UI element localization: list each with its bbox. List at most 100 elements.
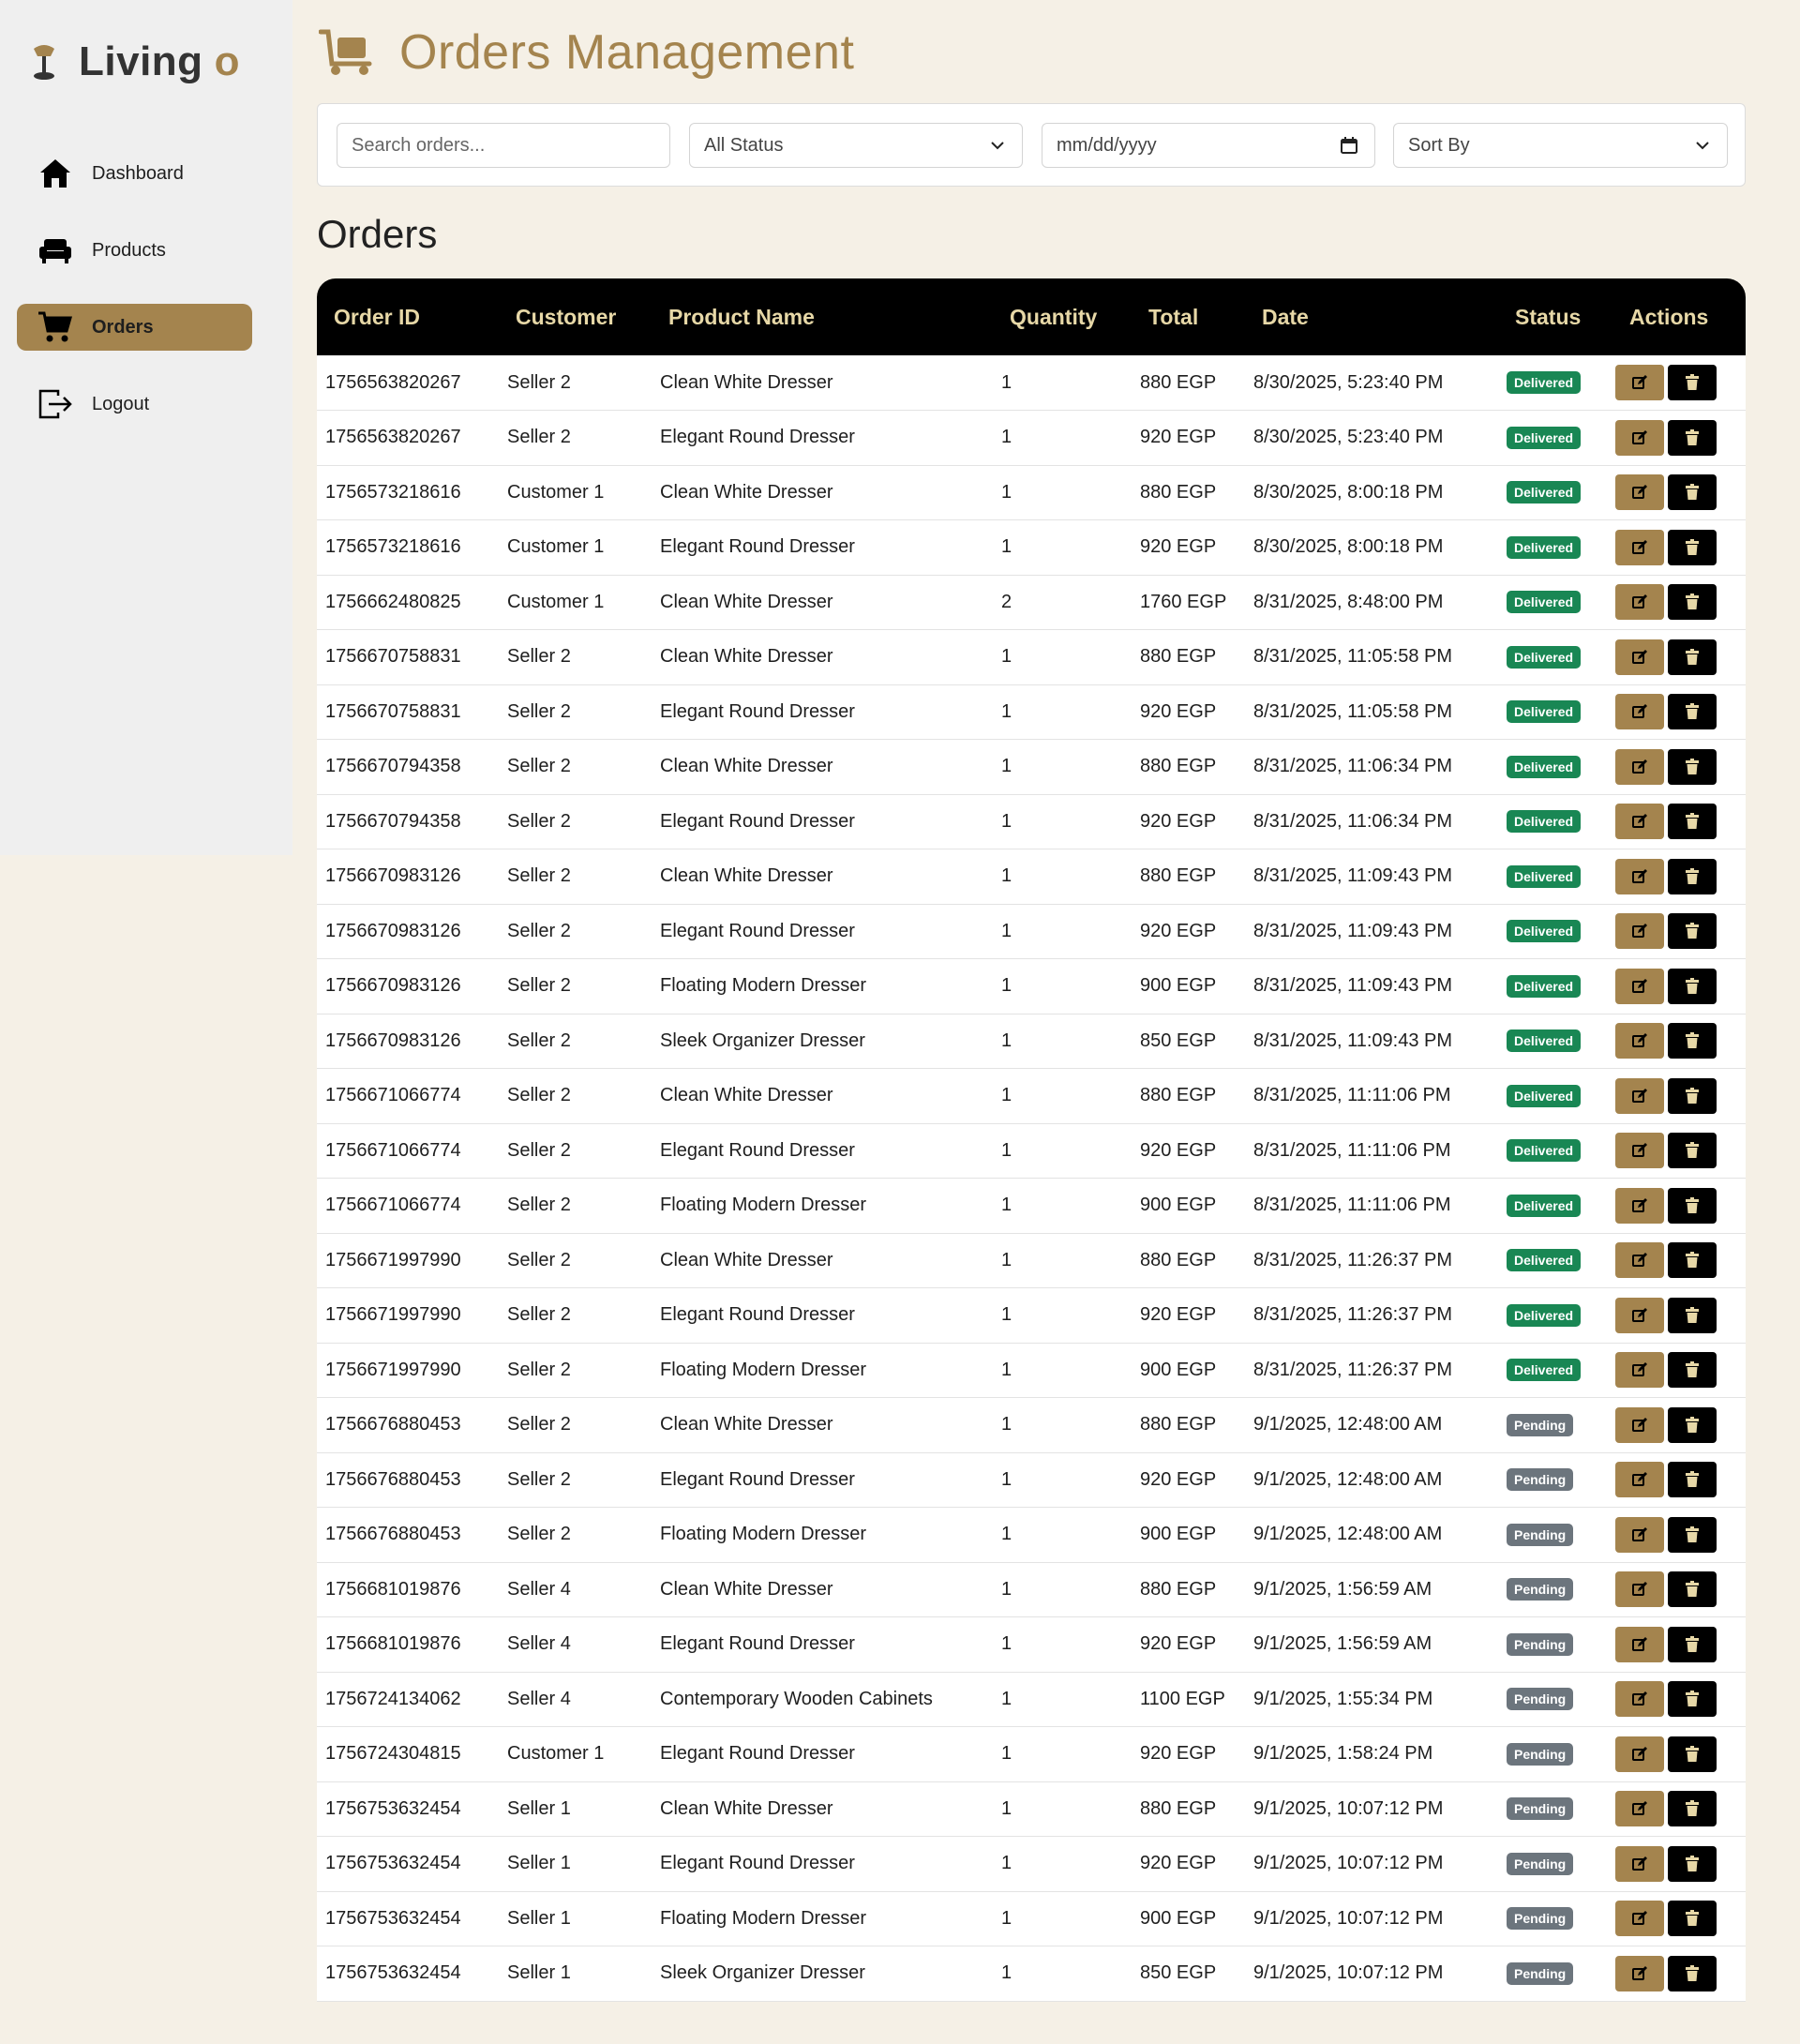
delete-button[interactable] [1668,968,1717,1004]
status-select[interactable]: All Status [689,123,1023,168]
column-header[interactable]: Total [1132,278,1245,355]
edit-button[interactable] [1615,1571,1664,1608]
delete-button[interactable] [1668,1187,1717,1224]
sidebar-item-dashboard[interactable]: Dashboard [17,150,252,197]
cell-order-id: 1756753632454 [325,1962,461,1984]
edit-button[interactable] [1615,1462,1664,1498]
edit-button[interactable] [1615,474,1664,511]
delete-button[interactable] [1668,1571,1717,1608]
trash-icon [1685,1525,1700,1543]
calendar-icon[interactable] [1339,135,1359,156]
brand-logo[interactable]: Living o [30,36,239,88]
edit-button[interactable] [1615,1901,1664,1937]
edit-button[interactable] [1615,913,1664,950]
sort-select[interactable]: Sort By [1393,123,1728,168]
delete-button[interactable] [1668,1845,1717,1882]
column-header[interactable]: Customer [499,278,652,355]
delete-button[interactable] [1668,694,1717,730]
cell-product-name: Elegant Round Dresser [660,1633,855,1655]
cell-status: Pending [1498,1398,1612,1453]
search-input[interactable]: Search orders... [337,123,670,168]
date-input[interactable]: mm/dd/yyyy [1042,123,1375,168]
delete-button[interactable] [1668,1955,1717,1991]
edit-button[interactable] [1615,365,1664,400]
edit-button[interactable] [1615,1297,1664,1333]
column-header[interactable]: Product Name [652,278,993,355]
cell-date: 8/31/2025, 11:09:43 PM [1253,1030,1453,1051]
cell-customer: Customer 1 [507,536,605,558]
edit-button[interactable] [1615,1242,1664,1279]
edit-button[interactable] [1615,748,1664,785]
delete-button[interactable] [1668,1352,1717,1389]
edit-button[interactable] [1615,858,1664,894]
edit-button[interactable] [1615,1352,1664,1389]
edit-button[interactable] [1615,1133,1664,1169]
delete-button[interactable] [1668,1791,1717,1827]
edit-button[interactable] [1615,529,1664,565]
edit-button[interactable] [1615,419,1664,456]
edit-button[interactable] [1615,1187,1664,1224]
delete-button[interactable] [1668,913,1717,950]
cell-quantity: 1 [1001,646,1012,668]
edit-button[interactable] [1615,1626,1664,1662]
delete-button[interactable] [1668,365,1717,400]
edit-button[interactable] [1615,1736,1664,1772]
sidebar-item-products[interactable]: Products [17,227,252,274]
delete-button[interactable] [1668,1133,1717,1169]
edit-button[interactable] [1615,804,1664,840]
delete-button[interactable] [1668,858,1717,894]
delete-button[interactable] [1668,1077,1717,1114]
cell-customer: Seller 2 [507,920,571,941]
status-badge: Delivered [1507,864,1582,888]
cell-product-name: Contemporary Wooden Cabinets [660,1688,933,1709]
edit-icon [1631,1526,1648,1543]
column-header[interactable]: Date [1245,278,1498,355]
edit-button[interactable] [1615,1955,1664,1991]
delete-button[interactable] [1668,1242,1717,1279]
delete-button[interactable] [1668,474,1717,511]
cell-total: 880 EGP [1140,1797,1217,1819]
edit-button[interactable] [1615,1681,1664,1718]
delete-button[interactable] [1668,1516,1717,1553]
delete-button[interactable] [1668,419,1717,456]
edit-button[interactable] [1615,694,1664,730]
delete-button[interactable] [1668,1901,1717,1937]
delete-button[interactable] [1668,1462,1717,1498]
edit-button[interactable] [1615,968,1664,1004]
column-header[interactable]: Status [1498,278,1612,355]
cell-quantity: 1 [1001,1633,1012,1655]
edit-button[interactable] [1615,639,1664,675]
column-header[interactable]: Order ID [317,278,499,355]
sidebar: Living o Dashboard Products Orders Logou… [0,0,292,855]
edit-button[interactable] [1615,1023,1664,1060]
edit-button[interactable] [1615,1791,1664,1827]
trash-icon [1685,1964,1700,1982]
edit-button[interactable] [1615,1845,1664,1882]
sidebar-item-orders[interactable]: Orders [17,304,252,351]
delete-button[interactable] [1668,639,1717,675]
edit-button[interactable] [1615,584,1664,621]
delete-button[interactable] [1668,1406,1717,1443]
delete-button[interactable] [1668,1736,1717,1772]
delete-button[interactable] [1668,804,1717,840]
edit-button[interactable] [1615,1406,1664,1443]
edit-button[interactable] [1615,1077,1664,1114]
column-header: Actions [1612,278,1746,355]
delete-button[interactable] [1668,1023,1717,1060]
table-row: 1756676880453 Seller 2 Elegant Round Dress… [317,1452,1746,1508]
delete-button[interactable] [1668,1297,1717,1333]
delete-button[interactable] [1668,748,1717,785]
cell-date: 8/31/2025, 11:26:37 PM [1253,1249,1453,1270]
column-header[interactable]: Quantity [993,278,1132,355]
cell-actions [1612,1452,1746,1508]
delete-button[interactable] [1668,1681,1717,1718]
cell-customer: Seller 2 [507,1304,571,1326]
delete-button[interactable] [1668,584,1717,621]
status-badge: Delivered [1507,974,1582,998]
delete-button[interactable] [1668,1626,1717,1662]
cell-product-name: Clean White Dresser [660,756,833,777]
edit-button[interactable] [1615,1516,1664,1553]
cell-product-name: Clean White Dresser [660,1249,833,1270]
sidebar-item-logout[interactable]: Logout [17,381,252,428]
delete-button[interactable] [1668,529,1717,565]
